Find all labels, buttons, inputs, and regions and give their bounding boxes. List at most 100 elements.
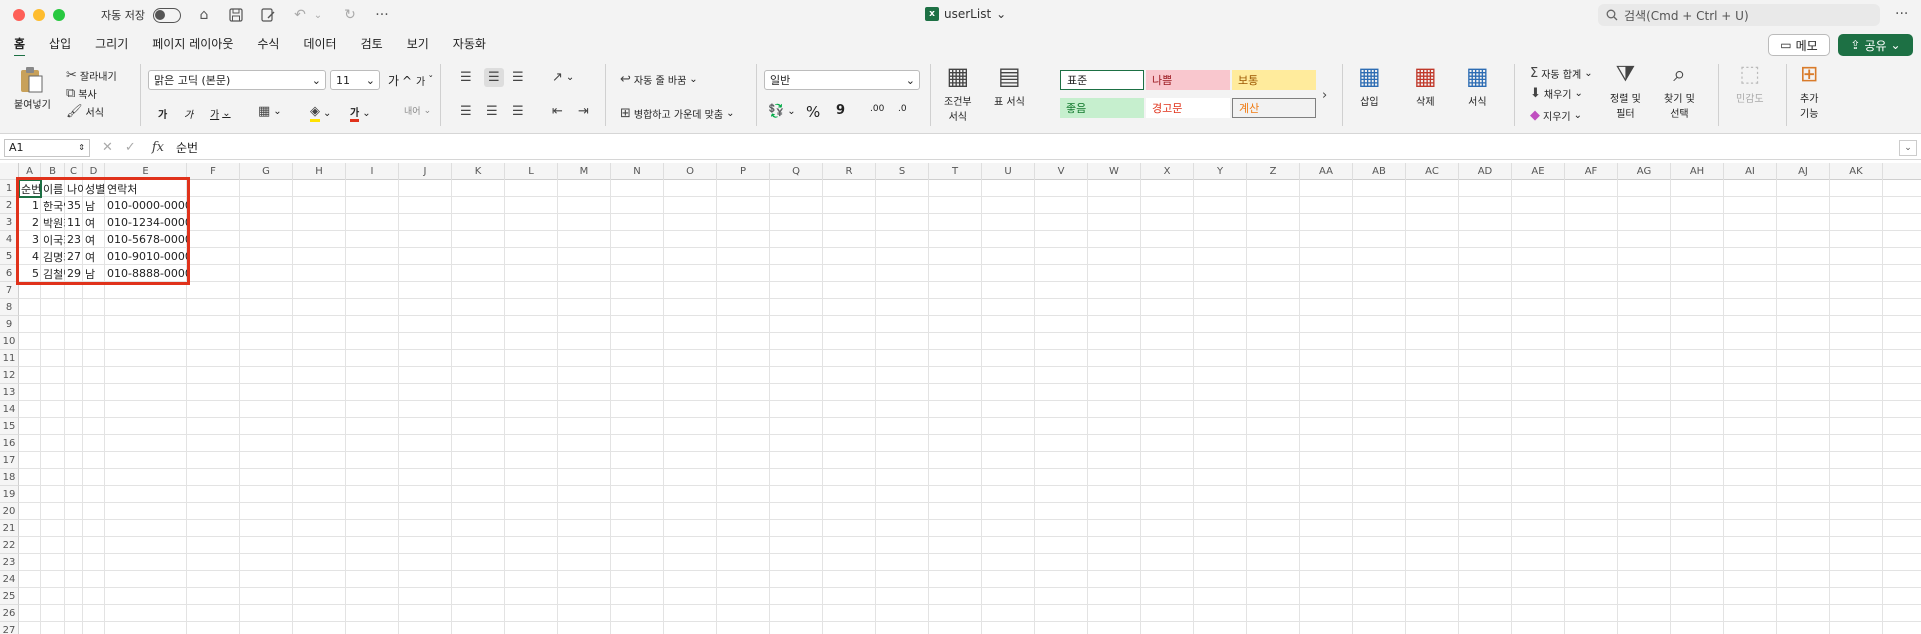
confirm-icon[interactable]: ✓ bbox=[125, 140, 136, 155]
tab-draw[interactable]: 그리기 bbox=[95, 31, 128, 56]
tab-page-layout[interactable]: 페이지 레이아웃 bbox=[152, 31, 233, 56]
column-header-i[interactable]: I bbox=[346, 163, 399, 180]
paste-button[interactable]: 붙여넣기 bbox=[14, 66, 51, 111]
column-header-x[interactable]: X bbox=[1141, 163, 1194, 180]
format-as-table-button[interactable]: ▤ 표 서식 bbox=[994, 62, 1025, 108]
underline-button[interactable]: 가 ⌄ bbox=[210, 106, 231, 121]
row-header-20[interactable]: 20 bbox=[0, 503, 19, 520]
expand-formula-bar-icon[interactable]: ⌄ bbox=[1899, 140, 1917, 156]
delete-cells-button[interactable]: ▦ 삭제 bbox=[1414, 62, 1437, 108]
column-header-ah[interactable]: AH bbox=[1671, 163, 1724, 180]
row-header-8[interactable]: 8 bbox=[0, 299, 19, 316]
autosave-toggle[interactable] bbox=[152, 7, 181, 23]
font-color-button[interactable]: 가 ⌄ bbox=[350, 104, 371, 122]
more-icon[interactable]: ··· bbox=[1895, 6, 1908, 22]
row-header-15[interactable]: 15 bbox=[0, 418, 19, 435]
column-header-w[interactable]: W bbox=[1088, 163, 1141, 180]
increase-indent-button[interactable]: ⇥ bbox=[578, 104, 589, 119]
addins-button[interactable]: ⊞ 추가 기능 bbox=[1800, 62, 1818, 120]
column-header-q[interactable]: Q bbox=[770, 163, 823, 180]
row-header-24[interactable]: 24 bbox=[0, 571, 19, 588]
insert-function-button[interactable]: fx bbox=[152, 140, 164, 155]
style-neutral[interactable]: 보통 bbox=[1232, 70, 1316, 90]
column-header-k[interactable]: K bbox=[452, 163, 505, 180]
column-header-ai[interactable]: AI bbox=[1724, 163, 1777, 180]
formula-content[interactable]: 순번 bbox=[176, 139, 198, 156]
align-middle-button[interactable]: ☰ bbox=[484, 68, 504, 87]
column-header-n[interactable]: N bbox=[611, 163, 664, 180]
column-header-s[interactable]: S bbox=[876, 163, 929, 180]
column-header-ag[interactable]: AG bbox=[1618, 163, 1671, 180]
row-header-19[interactable]: 19 bbox=[0, 486, 19, 503]
autosum-button[interactable]: Σ 자동 합계 ⌄ bbox=[1530, 66, 1593, 81]
tab-insert[interactable]: 삽입 bbox=[49, 31, 71, 56]
align-left-button[interactable]: ☰ bbox=[460, 104, 472, 119]
column-header-af[interactable]: AF bbox=[1565, 163, 1618, 180]
align-center-button[interactable]: ☰ bbox=[486, 104, 498, 119]
style-bad[interactable]: 나쁨 bbox=[1146, 70, 1230, 90]
decrease-decimal-button[interactable]: .0 bbox=[898, 104, 907, 114]
tab-formulas[interactable]: 수식 bbox=[257, 31, 279, 56]
column-header-p[interactable]: P bbox=[717, 163, 770, 180]
row-header-14[interactable]: 14 bbox=[0, 401, 19, 418]
borders-button[interactable]: ▦ ⌄ bbox=[258, 104, 282, 119]
column-header-t[interactable]: T bbox=[929, 163, 982, 180]
decrease-indent-button[interactable]: ⇤ bbox=[552, 104, 563, 119]
row-header-12[interactable]: 12 bbox=[0, 367, 19, 384]
comma-button[interactable]: 9 bbox=[836, 103, 845, 118]
row-header-26[interactable]: 26 bbox=[0, 605, 19, 622]
style-good[interactable]: 좋음 bbox=[1060, 98, 1144, 118]
chevron-down-icon[interactable]: ⌄ bbox=[309, 6, 327, 24]
redo-icon[interactable]: ↻ bbox=[341, 6, 359, 24]
column-header-m[interactable]: M bbox=[558, 163, 611, 180]
italic-button[interactable]: 가 bbox=[184, 106, 193, 121]
row-header-22[interactable]: 22 bbox=[0, 537, 19, 554]
zoom-window-button[interactable] bbox=[53, 9, 65, 21]
row-header-27[interactable]: 27 bbox=[0, 622, 19, 634]
merge-center-button[interactable]: ⊞ 병합하고 가운데 맞춤 ⌄ bbox=[620, 106, 734, 121]
number-format-select[interactable]: 일반 ⌄ bbox=[764, 70, 920, 90]
column-header-aj[interactable]: AJ bbox=[1777, 163, 1830, 180]
more-icon[interactable]: ··· bbox=[373, 6, 391, 24]
tab-view[interactable]: 보기 bbox=[407, 31, 429, 56]
fill-color-button[interactable]: ◈ ⌄ bbox=[310, 104, 331, 122]
undo-icon[interactable]: ↶ bbox=[291, 6, 309, 24]
column-header-ad[interactable]: AD bbox=[1459, 163, 1512, 180]
format-cells-button[interactable]: ▦ 서식 bbox=[1466, 62, 1489, 108]
insert-cells-button[interactable]: ▦ 삽입 bbox=[1358, 62, 1381, 108]
column-header-ae[interactable]: AE bbox=[1512, 163, 1565, 180]
sort-filter-button[interactable]: ⧩ 정렬 및 필터 bbox=[1610, 62, 1641, 120]
home-icon[interactable]: ⌂ bbox=[195, 6, 213, 24]
spreadsheet-grid[interactable]: A B C D E F G H I J K L M N O P Q R S T U V W X Y Z AA AB AC AD AE AF AG… bbox=[0, 163, 1921, 634]
column-header-z[interactable]: Z bbox=[1247, 163, 1300, 180]
align-right-button[interactable]: ☰ bbox=[512, 104, 524, 119]
font-name-select[interactable]: 맑은 고딕 (본문) ⌄ bbox=[148, 70, 326, 90]
bold-button[interactable]: 가 bbox=[158, 106, 167, 121]
edit-save-icon[interactable] bbox=[259, 6, 277, 24]
font-size-select[interactable]: 11 ⌄ bbox=[330, 70, 380, 90]
tab-automate[interactable]: 자동화 bbox=[453, 31, 486, 56]
row-header-13[interactable]: 13 bbox=[0, 384, 19, 401]
styles-more-button[interactable]: › bbox=[1322, 88, 1327, 103]
row-header-16[interactable]: 16 bbox=[0, 435, 19, 452]
name-box[interactable]: A1 ⇕ bbox=[4, 138, 90, 157]
align-bottom-button[interactable]: ☰ bbox=[512, 70, 524, 85]
fill-button[interactable]: ⬇ 채우기 ⌄ bbox=[1530, 86, 1583, 101]
shrink-font-button[interactable]: 가ˇ bbox=[416, 73, 433, 88]
row-header-9[interactable]: 9 bbox=[0, 316, 19, 333]
percent-button[interactable]: % bbox=[806, 103, 820, 121]
style-normal[interactable]: 표준 bbox=[1060, 70, 1144, 90]
column-header-ak[interactable]: AK bbox=[1830, 163, 1883, 180]
column-header-ab[interactable]: AB bbox=[1353, 163, 1406, 180]
style-warning[interactable]: 경고문 bbox=[1146, 98, 1230, 118]
grow-font-button[interactable]: 가 ^ bbox=[388, 72, 412, 89]
column-header-u[interactable]: U bbox=[982, 163, 1035, 180]
phonetic-button[interactable]: 내어 ⌄ bbox=[404, 104, 431, 118]
clear-button[interactable]: ◆ 지우기 ⌄ bbox=[1530, 108, 1582, 123]
save-icon[interactable] bbox=[227, 6, 245, 24]
column-header-y[interactable]: Y bbox=[1194, 163, 1247, 180]
column-header-j[interactable]: J bbox=[399, 163, 452, 180]
cut-button[interactable]: ✂ 잘라내기 bbox=[66, 68, 117, 83]
row-header-25[interactable]: 25 bbox=[0, 588, 19, 605]
copy-button[interactable]: ⧉ 복사 bbox=[66, 86, 97, 101]
